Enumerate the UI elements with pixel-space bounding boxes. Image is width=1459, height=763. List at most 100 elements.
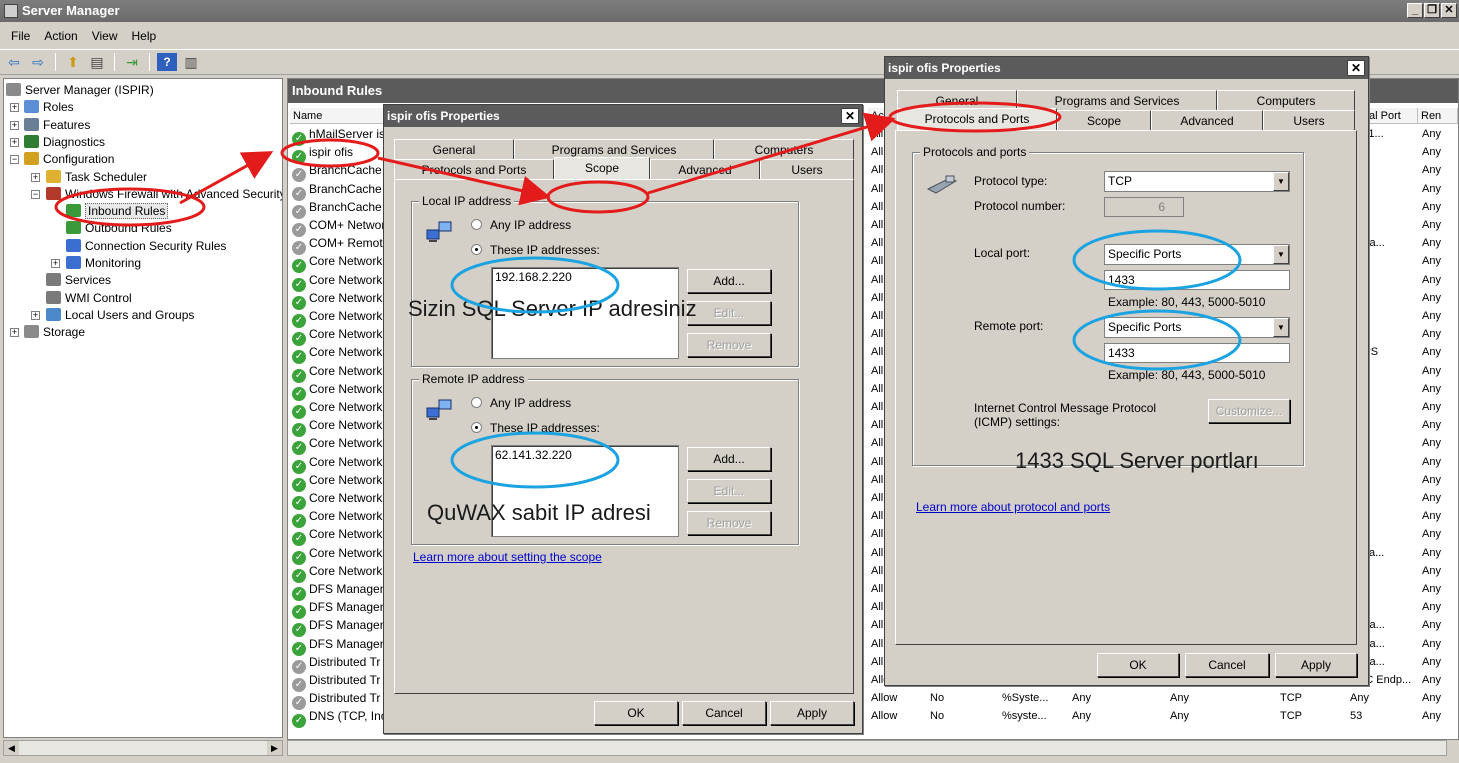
remote-remove-button[interactable]: Remove xyxy=(687,511,771,535)
table-row[interactable]: ✓ COM+ Networ xyxy=(292,216,385,237)
restore-button[interactable]: ❐ xyxy=(1424,3,1440,18)
table-row[interactable]: ✓ DFS Managem xyxy=(292,635,390,656)
chevron-down-icon[interactable]: ▼ xyxy=(1273,318,1289,337)
table-row[interactable]: ✓ hMailServer is xyxy=(292,125,385,146)
tab-programs-and-services[interactable]: Programs and Services xyxy=(1017,90,1217,110)
table-row[interactable]: ✓ Core Network xyxy=(292,489,382,510)
customize-button[interactable]: Customize... xyxy=(1208,399,1290,423)
chevron-down-icon[interactable]: ▼ xyxy=(1273,245,1289,264)
local-ip-entry[interactable]: 192.168.2.220 xyxy=(495,270,675,284)
collapse-icon[interactable]: − xyxy=(10,155,19,165)
table-row[interactable]: ✓ Core Network xyxy=(292,307,382,328)
tree-item[interactable]: Inbound Rules xyxy=(66,203,169,220)
table-row[interactable]: ✓ Core Network xyxy=(292,362,382,383)
table-row[interactable]: ✓ Core Network xyxy=(292,471,382,492)
tree-item[interactable]: Roles xyxy=(24,99,74,116)
tab-protocols-and-ports[interactable]: Protocols and Ports xyxy=(394,159,554,179)
column-header-name[interactable]: Name xyxy=(290,108,386,124)
menu-view[interactable]: View xyxy=(85,24,125,48)
expand-icon[interactable]: + xyxy=(10,137,19,147)
menu-action[interactable]: Action xyxy=(37,24,84,48)
action-pane-icon[interactable]: ▥ xyxy=(181,53,201,71)
tree-item[interactable]: Local Users and Groups xyxy=(46,307,194,324)
tree-item[interactable]: Server Manager (ISPIR) xyxy=(6,82,154,99)
table-row[interactable]: ✓ DFS Managem xyxy=(292,598,390,620)
radio-selected-icon[interactable] xyxy=(471,244,482,255)
close-button[interactable]: ✕ xyxy=(1441,3,1457,18)
table-row[interactable]: ✓ Core Network xyxy=(292,252,382,274)
table-row[interactable]: ✓ Distributed Tr xyxy=(292,689,380,711)
table-row[interactable]: ✓ Core Network xyxy=(292,398,382,419)
tab-users[interactable]: Users xyxy=(1263,110,1355,130)
up-folder-icon[interactable]: ⬆ xyxy=(63,53,83,71)
expand-icon[interactable]: + xyxy=(51,259,60,268)
table-row[interactable]: ✓ Core Network xyxy=(292,434,382,456)
tree-item[interactable]: Configuration xyxy=(24,151,114,168)
tab-scope[interactable]: Scope xyxy=(1057,110,1151,130)
table-row[interactable]: ✓ Core Network xyxy=(292,525,382,547)
remote-any-ip-option[interactable]: Any IP address xyxy=(471,396,571,410)
remote-ip-entry[interactable]: 62.141.32.220 xyxy=(495,448,675,462)
tree-item[interactable]: WMI Control xyxy=(46,290,132,307)
local-add-button[interactable]: Add... xyxy=(687,269,771,293)
tab-general[interactable]: General xyxy=(897,90,1017,110)
rules-horizontal-scrollbar[interactable] xyxy=(287,740,1447,756)
ports-learn-more-link[interactable]: Learn more about protocol and ports xyxy=(916,500,1110,514)
help-icon[interactable]: ? xyxy=(157,53,177,71)
tab-advanced[interactable]: Advanced xyxy=(1151,110,1263,130)
table-row[interactable]: ✓ Core Network xyxy=(292,380,382,401)
remote-port-mode-select[interactable]: Specific Ports ▼ xyxy=(1104,317,1290,338)
scroll-right-icon[interactable]: ▶ xyxy=(267,741,282,755)
forward-arrow-icon[interactable]: ⇨ xyxy=(28,53,48,71)
table-row[interactable]: ✓ Core Network xyxy=(292,544,382,565)
tab-users[interactable]: Users xyxy=(760,159,854,179)
table-row[interactable]: ✓ Core Network xyxy=(292,562,382,583)
tree-item[interactable]: Diagnostics xyxy=(24,134,105,151)
expand-icon[interactable]: + xyxy=(10,103,19,113)
scope-ok-button[interactable]: OK xyxy=(594,701,678,725)
column-header-remote-port[interactable]: Ren xyxy=(1418,108,1458,124)
expand-icon[interactable]: + xyxy=(10,120,19,130)
table-row[interactable]: ✓ Distributed Tr xyxy=(292,653,380,674)
local-these-ip-option[interactable]: These IP addresses: xyxy=(471,243,600,257)
table-row[interactable]: ✓ BranchCache xyxy=(292,198,382,219)
radio-icon[interactable] xyxy=(471,219,482,230)
local-port-input[interactable]: 1433 xyxy=(1104,270,1290,290)
show-tree-icon[interactable]: ▤ xyxy=(87,53,107,71)
local-any-ip-option[interactable]: Any IP address xyxy=(471,218,571,232)
tab-protocols-and-ports[interactable]: Protocols and Ports xyxy=(897,108,1057,130)
table-row[interactable]: ✓ Core Network xyxy=(292,343,382,365)
remote-these-ip-option[interactable]: These IP addresses: xyxy=(471,421,600,435)
tree-item[interactable]: Features xyxy=(24,117,90,134)
scope-cancel-button[interactable]: Cancel xyxy=(682,701,766,725)
tree-item[interactable]: Storage xyxy=(24,324,85,341)
protocol-type-select[interactable]: TCP ▼ xyxy=(1104,171,1290,192)
collapse-icon[interactable]: − xyxy=(31,189,40,199)
chevron-down-icon[interactable]: ▼ xyxy=(1273,172,1289,191)
tab-advanced[interactable]: Advanced xyxy=(650,159,760,179)
table-row[interactable]: ✓ COM+ Remote xyxy=(292,234,389,256)
local-port-mode-select[interactable]: Specific Ports ▼ xyxy=(1104,244,1290,265)
back-arrow-icon[interactable]: ⇦ xyxy=(4,53,24,71)
ports-apply-button[interactable]: Apply xyxy=(1275,653,1357,677)
tree-item[interactable]: Services xyxy=(46,272,111,289)
expand-icon[interactable]: + xyxy=(10,328,19,338)
table-row[interactable]: ✓ Core Network xyxy=(292,289,382,310)
expand-icon[interactable]: + xyxy=(31,172,40,182)
menu-file[interactable]: File xyxy=(4,24,37,48)
tree-horizontal-scrollbar[interactable]: ◀ ▶ xyxy=(3,740,283,756)
tab-computers[interactable]: Computers xyxy=(714,139,854,159)
remote-add-button[interactable]: Add... xyxy=(687,447,771,471)
scroll-left-icon[interactable]: ◀ xyxy=(4,741,19,755)
tab-programs-and-services[interactable]: Programs and Services xyxy=(514,139,714,159)
export-list-icon[interactable]: ⇥ xyxy=(122,53,142,71)
remote-port-input[interactable]: 1433 xyxy=(1104,343,1290,363)
tree-item[interactable]: Connection Security Rules xyxy=(66,238,226,255)
tab-computers[interactable]: Computers xyxy=(1217,90,1355,110)
menu-help[interactable]: Help xyxy=(125,24,164,48)
table-row[interactable]: ✓ DFS Managem xyxy=(292,580,390,601)
table-row[interactable]: ✓ Distributed Tr xyxy=(292,671,380,692)
ports-ok-button[interactable]: OK xyxy=(1097,653,1179,677)
table-row[interactable]: ✓ Core Network xyxy=(292,416,382,438)
table-row[interactable]: ✓ Core Network xyxy=(292,325,382,347)
